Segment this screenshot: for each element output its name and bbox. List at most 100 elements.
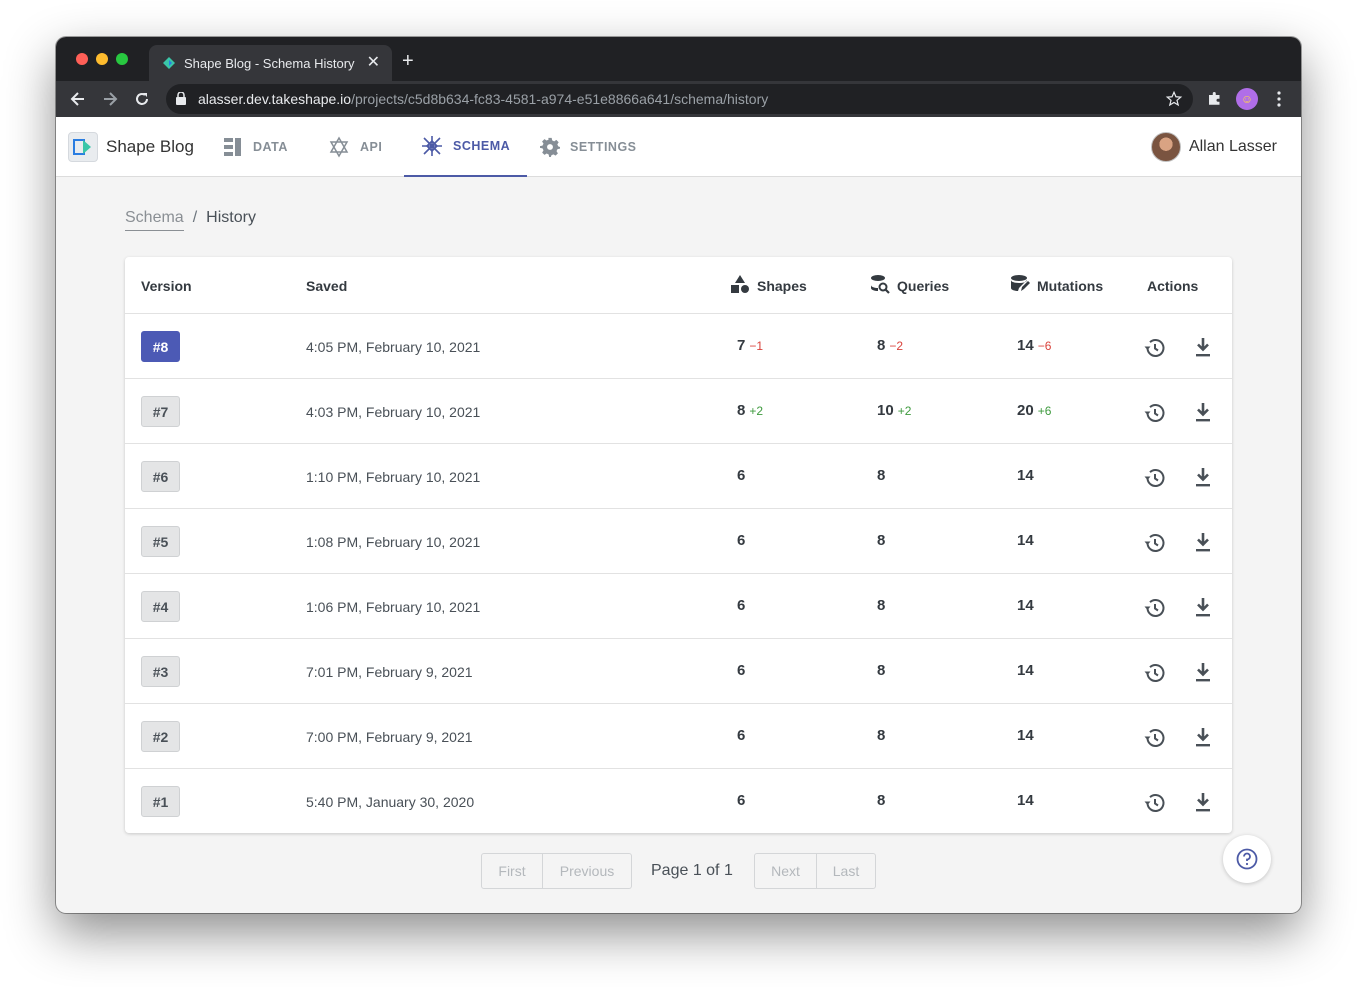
mutations-count: 14 — [1017, 727, 1034, 744]
address-bar[interactable]: alasser.dev.takeshape.io/projects/c5d8b6… — [166, 84, 1193, 114]
restore-version-button[interactable] — [1143, 596, 1167, 625]
queries-count: 8 — [877, 662, 885, 679]
version-badge[interactable]: #8 — [141, 331, 180, 362]
download-version-button[interactable] — [1194, 467, 1212, 492]
schema-history-table: Version Saved Shapes Queries Mutations A… — [125, 257, 1232, 833]
breadcrumb-schema-link[interactable]: Schema — [125, 209, 184, 231]
shapes-value: 6 — [737, 597, 746, 614]
pagination-right: Next Last — [754, 853, 876, 889]
nav-settings[interactable]: SETTINGS — [540, 117, 637, 177]
user-menu[interactable]: Allan Lasser — [1150, 132, 1277, 162]
nav-settings-label: SETTINGS — [570, 140, 637, 154]
header-shapes: Shapes — [730, 275, 807, 294]
download-icon — [1194, 338, 1212, 361]
shapes-count: 6 — [737, 727, 745, 744]
mutations-value: 14 — [1017, 337, 1034, 354]
reload-icon[interactable] — [132, 89, 152, 109]
version-badge[interactable]: #6 — [141, 461, 180, 492]
browser-tab[interactable]: Shape Blog - Schema History ✕ — [149, 45, 392, 81]
shapes-count: 6 — [737, 792, 745, 809]
url-path: /projects/c5d8b634-fc83-4581-a974-e51e88… — [351, 91, 769, 107]
first-page-button[interactable]: First — [481, 853, 543, 889]
shapes-count: 8 +2 — [737, 402, 763, 419]
header-mutations: Mutations — [1010, 275, 1103, 294]
version-badge[interactable]: #3 — [141, 656, 180, 687]
takeshape-favicon-icon — [163, 57, 175, 69]
breadcrumb-separator: / — [192, 209, 198, 226]
history-restore-icon — [1143, 664, 1167, 689]
queries-value: 8 — [877, 662, 886, 679]
mutations-icon — [1011, 275, 1030, 291]
restore-version-button[interactable] — [1143, 401, 1167, 430]
profile-avatar-icon[interactable]: ☺ — [1236, 88, 1258, 110]
saved-timestamp: 5:40 PM, January 30, 2020 — [306, 794, 475, 810]
download-version-button[interactable] — [1194, 597, 1212, 622]
shapes-value: 6 — [737, 792, 746, 809]
queries-value: 10 — [877, 402, 894, 419]
shapes-delta: +2 — [749, 404, 764, 418]
download-version-button[interactable] — [1194, 727, 1212, 752]
nav-schema[interactable]: SCHEMA — [404, 117, 528, 177]
restore-version-button[interactable] — [1143, 726, 1167, 755]
project-brand[interactable]: Shape Blog — [68, 132, 194, 162]
version-badge[interactable]: #1 — [141, 786, 180, 817]
queries-count: 8 — [877, 467, 885, 484]
shapes-count: 7 −1 — [737, 337, 763, 354]
shapes-value: 8 — [737, 402, 746, 419]
browser-titlebar: Shape Blog - Schema History ✕ + — [56, 37, 1301, 81]
restore-version-button[interactable] — [1143, 791, 1167, 820]
maximize-window-button[interactable] — [116, 53, 128, 65]
download-version-button[interactable] — [1194, 662, 1212, 687]
shapes-count: 6 — [737, 662, 745, 679]
header-queries-label: Queries — [897, 278, 950, 294]
browser-menu-icon[interactable] — [1271, 90, 1287, 108]
table-row: #6 1:10 PM, February 10, 2021 6 8 14 — [125, 444, 1232, 509]
close-window-button[interactable] — [76, 53, 88, 65]
queries-count: 8 — [877, 532, 885, 549]
saved-timestamp: 1:08 PM, February 10, 2021 — [306, 534, 481, 550]
back-icon[interactable] — [68, 89, 88, 109]
page-info: Page 1 of 1 — [651, 862, 733, 879]
restore-version-button[interactable] — [1143, 466, 1167, 495]
browser-toolbar: alasser.dev.takeshape.io/projects/c5d8b6… — [56, 81, 1301, 117]
version-badge[interactable]: #7 — [141, 396, 180, 427]
forward-icon[interactable] — [100, 89, 120, 109]
close-tab-icon[interactable]: ✕ — [367, 54, 380, 72]
download-icon — [1194, 598, 1212, 621]
previous-page-button[interactable]: Previous — [543, 853, 632, 889]
history-restore-icon — [1143, 729, 1167, 754]
download-version-button[interactable] — [1194, 532, 1212, 557]
version-badge[interactable]: #4 — [141, 591, 180, 622]
queries-value: 8 — [877, 467, 886, 484]
nav-api[interactable]: API — [328, 117, 382, 177]
download-icon — [1194, 793, 1212, 816]
saved-timestamp: 1:10 PM, February 10, 2021 — [306, 469, 481, 485]
version-badge[interactable]: #5 — [141, 526, 180, 557]
restore-version-button[interactable] — [1143, 531, 1167, 560]
nav-data-label: DATA — [253, 140, 288, 154]
table-row: #5 1:08 PM, February 10, 2021 6 8 14 — [125, 509, 1232, 574]
restore-version-button[interactable] — [1143, 336, 1167, 365]
next-page-button[interactable]: Next — [754, 853, 817, 889]
version-badge[interactable]: #2 — [141, 721, 180, 752]
download-version-button[interactable] — [1194, 337, 1212, 362]
new-tab-button[interactable]: + — [402, 51, 414, 71]
download-version-button[interactable] — [1194, 792, 1212, 817]
mutations-count: 14 — [1017, 792, 1034, 809]
table-row: #2 7:00 PM, February 9, 2021 6 8 14 — [125, 704, 1232, 769]
nav-data[interactable]: DATA — [223, 117, 288, 177]
shapes-count: 6 — [737, 597, 745, 614]
bookmark-star-icon[interactable] — [1165, 90, 1183, 108]
project-name: Shape Blog — [106, 137, 194, 156]
last-page-button[interactable]: Last — [817, 853, 876, 889]
help-button[interactable] — [1223, 835, 1271, 883]
extensions-puzzle-icon[interactable] — [1206, 89, 1224, 107]
mutations-count: 14 — [1017, 662, 1034, 679]
minimize-window-button[interactable] — [96, 53, 108, 65]
queries-count: 8 −2 — [877, 337, 903, 354]
mutations-count: 14 — [1017, 597, 1034, 614]
restore-version-button[interactable] — [1143, 661, 1167, 690]
download-version-button[interactable] — [1194, 402, 1212, 427]
project-logo-icon — [68, 132, 98, 162]
queries-value: 8 — [877, 727, 886, 744]
